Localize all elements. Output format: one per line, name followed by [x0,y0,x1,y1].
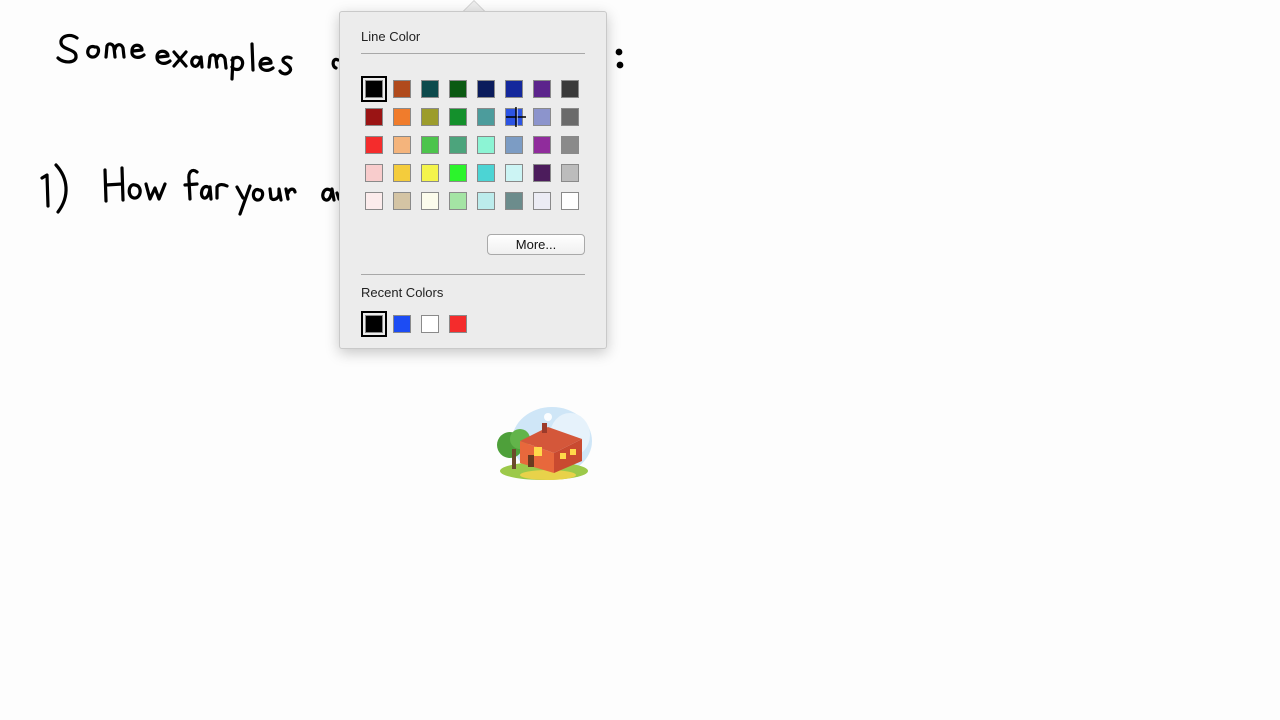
recent-color-swatch[interactable] [361,311,387,337]
color-swatch[interactable] [533,164,551,182]
color-swatch[interactable] [449,136,467,154]
color-swatch[interactable] [561,136,579,154]
color-swatch[interactable] [449,164,467,182]
recent-color-swatch[interactable] [421,315,439,333]
color-swatch[interactable] [365,164,383,182]
color-swatch[interactable] [393,108,411,126]
color-swatch[interactable] [365,136,383,154]
recent-color-swatch[interactable] [393,315,411,333]
separator [361,53,585,54]
recent-colors-row [361,311,482,337]
color-swatch[interactable] [393,136,411,154]
color-swatch[interactable] [533,108,551,126]
color-swatch[interactable] [421,80,439,98]
color-swatch[interactable] [393,164,411,182]
color-swatch[interactable] [505,80,523,98]
color-swatch[interactable] [361,76,387,102]
color-swatch[interactable] [533,192,551,210]
color-swatch[interactable] [365,108,383,126]
color-swatch[interactable] [421,136,439,154]
color-swatch[interactable] [449,80,467,98]
line-color-popover: Line Color More... Recent Colors [339,11,607,349]
color-swatch[interactable] [421,192,439,210]
color-swatch[interactable] [533,80,551,98]
color-swatch[interactable] [365,192,383,210]
color-swatch[interactable] [393,80,411,98]
color-swatch[interactable] [561,80,579,98]
color-palette-grid [361,76,586,217]
separator [361,274,585,275]
color-swatch[interactable] [477,164,495,182]
color-swatch[interactable] [477,80,495,98]
color-swatch[interactable] [505,164,523,182]
handwritten-ink [40,33,624,216]
color-swatch[interactable] [477,192,495,210]
color-swatch[interactable] [533,136,551,154]
line-color-title: Line Color [361,29,421,44]
color-swatch[interactable] [505,136,523,154]
color-swatch[interactable] [449,192,467,210]
whiteboard-canvas[interactable] [0,0,1280,720]
color-swatch[interactable] [477,108,495,126]
house-clipart[interactable] [490,405,596,483]
color-swatch[interactable] [561,108,579,126]
color-swatch[interactable] [393,192,411,210]
color-swatch[interactable] [477,136,495,154]
recent-colors-title: Recent Colors [361,285,444,300]
color-swatch[interactable] [421,164,439,182]
crosshair-cursor-icon [506,107,526,127]
recent-color-swatch[interactable] [449,315,467,333]
color-swatch[interactable] [561,192,579,210]
color-swatch[interactable] [449,108,467,126]
color-swatch[interactable] [505,192,523,210]
more-colors-button[interactable]: More... [487,234,585,255]
color-swatch[interactable] [561,164,579,182]
color-swatch[interactable] [421,108,439,126]
